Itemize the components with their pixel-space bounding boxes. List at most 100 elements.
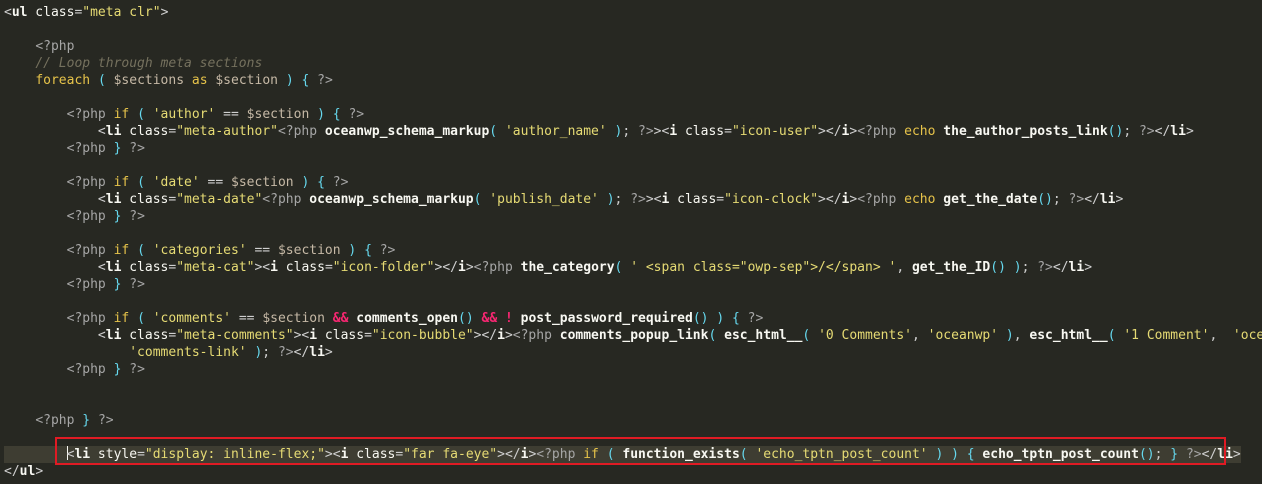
code-token: i [458, 260, 466, 275]
code-token: ) [285, 73, 294, 88]
code-token: == [199, 175, 232, 190]
code-line[interactable]: <?php } ?> [4, 208, 145, 225]
code-token: < [97, 124, 106, 139]
code-line[interactable]: <?php if ( 'categories' == $section ) { … [4, 242, 396, 259]
code-token: oceanwp_schema_markup [309, 192, 474, 207]
code-token: < [97, 260, 106, 275]
code-token: echo [904, 124, 936, 139]
code-token: class [277, 260, 325, 275]
code-token: ?> [332, 175, 349, 190]
code-line-current[interactable]: <li style="display: inline-flex;"><i cla… [4, 446, 1241, 463]
code-token: li [105, 192, 122, 207]
code-token: { [317, 175, 325, 190]
code-token: ) [716, 311, 725, 326]
code-token: ?> [638, 124, 654, 139]
code-token: comments_popup_link [559, 328, 709, 343]
code-line[interactable]: <?php [4, 38, 74, 55]
code-line[interactable]: <li class="meta-date"<?php oceanwp_schem… [4, 191, 1123, 208]
code-token: // Loop through meta sections [35, 56, 263, 71]
code-token: li [105, 124, 122, 139]
code-line[interactable]: <?php if ( 'author' == $section ) { ?> [4, 106, 364, 123]
code-token: if [113, 175, 130, 190]
code-token: > [324, 345, 333, 360]
code-token: <?php [66, 277, 106, 292]
code-token: ) [951, 447, 959, 462]
code-line[interactable]: <li class="meta-cat"><i class="icon-fold… [4, 259, 1092, 276]
code-token: ?> [129, 141, 145, 156]
code-token: class [121, 260, 169, 275]
code-token: i [309, 328, 318, 343]
code-token: get_the_date [943, 192, 1038, 207]
code-line[interactable]: foreach ( $sections as $section ) { ?> [4, 72, 332, 89]
code-editor[interactable]: <ul class="meta clr"> <?php // Loop thro… [0, 0, 1262, 484]
code-line[interactable]: <?php } ?> [4, 412, 113, 429]
code-token: "meta-comments" [176, 328, 294, 343]
code-token: { [731, 311, 740, 326]
code-token: ( [739, 447, 748, 462]
code-line[interactable]: // Loop through meta sections [4, 55, 262, 72]
code-token: 'author' [152, 107, 216, 122]
code-token: < [97, 192, 106, 207]
code-token: '0 Comments' [818, 328, 912, 343]
code-line[interactable]: <?php } ?> [4, 276, 145, 293]
code-token: ; [614, 192, 631, 207]
code-token: "display: inline-flex;" [144, 447, 325, 462]
code-token: li [105, 328, 122, 343]
code-token: = [364, 328, 372, 343]
code-token: $section [277, 243, 341, 258]
code-line[interactable]: <li class="meta-comments"><i class="icon… [4, 327, 1262, 344]
code-token: } [1170, 447, 1179, 462]
code-token: >< [293, 328, 310, 343]
code-line[interactable]: 'comments-link' ); ?></li> [4, 344, 333, 361]
code-token: ( [137, 311, 145, 326]
code-token: 'comments-link' [129, 345, 247, 360]
code-line[interactable]: <ul class="meta clr"> [4, 4, 168, 21]
code-line[interactable]: <?php if ( 'comments' == $section && com… [4, 310, 764, 327]
code-token: </ [4, 464, 20, 479]
code-token: >< [645, 192, 662, 207]
code-token: ></ [497, 447, 521, 462]
code-token: 'date' [152, 175, 200, 190]
code-token: && [332, 311, 349, 326]
code-line[interactable]: <?php } ?> [4, 140, 145, 157]
code-token: == [231, 311, 263, 326]
code-line[interactable]: </ul> [4, 463, 43, 480]
code-token: ></ [818, 192, 842, 207]
code-token: 'publish_date' [489, 192, 599, 207]
code-token: ) [317, 107, 325, 122]
code-token: = [137, 447, 145, 462]
code-token: ! [504, 311, 513, 326]
code-line[interactable]: <li class="meta-author"<?php oceanwp_sch… [4, 123, 1194, 140]
code-line[interactable]: <?php } ?> [4, 361, 145, 378]
code-token: the_author_posts_link [943, 124, 1108, 139]
code-token: class [121, 124, 169, 139]
code-token: ; [262, 345, 278, 360]
code-token: esc_html__ [1029, 328, 1108, 343]
code-line[interactable]: <?php if ( 'date' == $section ) { ?> [4, 174, 349, 191]
code-token: <?php [66, 311, 106, 326]
code-token: li [105, 260, 122, 275]
